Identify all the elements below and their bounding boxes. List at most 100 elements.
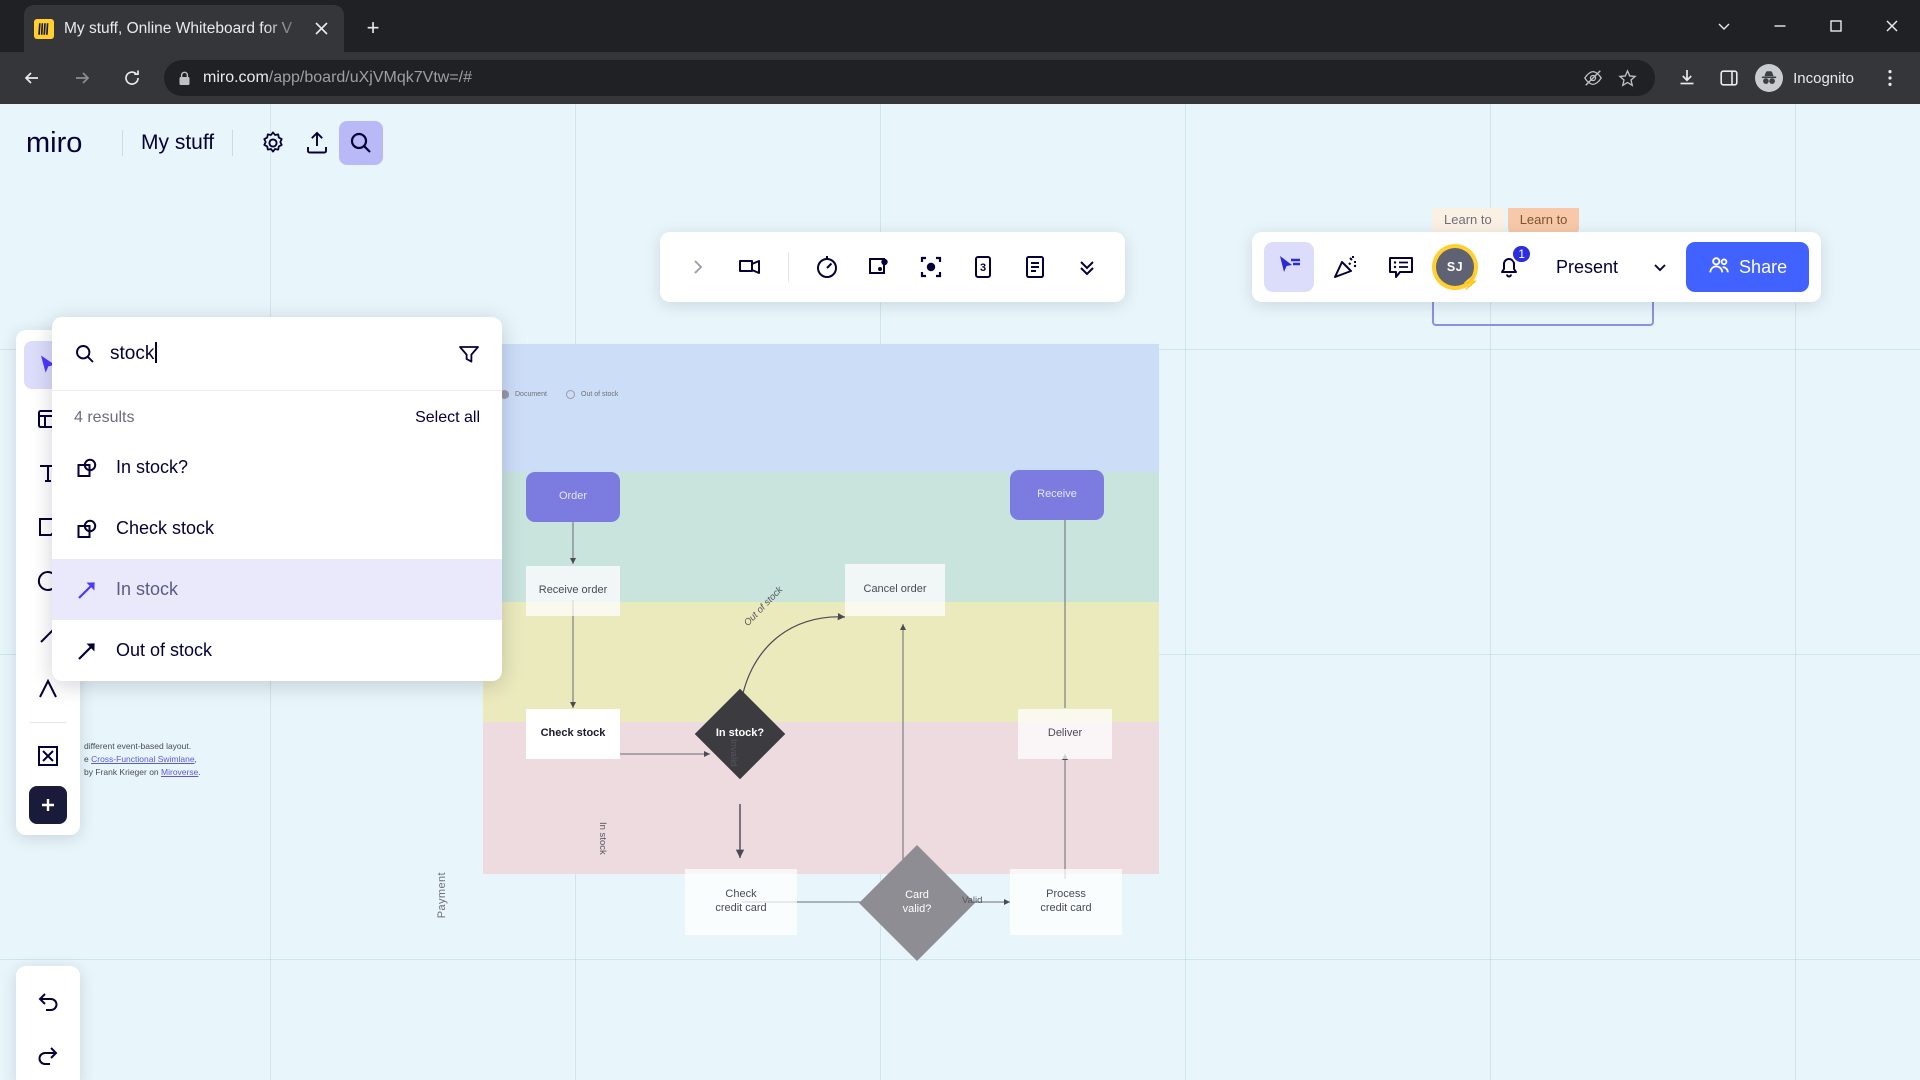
url-text: miro.com/app/board/uXjVMqk7Vtw=/#: [203, 69, 472, 87]
vote-icon[interactable]: [855, 243, 903, 291]
shape-icon: [74, 518, 100, 540]
profile-label: Incognito: [1793, 69, 1854, 87]
node-in-stock-question[interactable]: In stock?: [694, 688, 786, 780]
focus-icon[interactable]: [907, 243, 955, 291]
divider: [30, 722, 66, 723]
node-card-valid-question[interactable]: Card valid?: [859, 844, 975, 962]
svg-text:miro: miro: [26, 127, 82, 159]
address-bar[interactable]: miro.com/app/board/uXjVMqk7Vtw=/#: [164, 60, 1656, 96]
undo-icon[interactable]: [24, 977, 72, 1025]
search-result-row-selected[interactable]: In stock: [52, 559, 502, 620]
select-all-button[interactable]: Select all: [415, 409, 480, 427]
present-chevron-down-icon[interactable]: [1640, 244, 1680, 290]
miro-app: Invent Payment Document Out of stock: [0, 104, 1920, 1080]
result-label: In stock?: [116, 457, 189, 477]
result-label: Out of stock: [116, 640, 213, 660]
upload-icon[interactable]: [295, 121, 339, 165]
search-icon[interactable]: [339, 121, 384, 165]
gear-icon[interactable]: [251, 121, 295, 165]
arrow-icon: [74, 579, 100, 601]
url-path: /app/board/uXjVMqk7Vtw=/#: [268, 69, 473, 86]
search-result-row[interactable]: Out of stock: [52, 620, 502, 681]
new-tab-button[interactable]: +: [358, 13, 388, 43]
notifications-badge: 1: [1511, 244, 1532, 264]
tab-title: My stuff, Online Whiteboard for V: [64, 19, 293, 37]
video-icon[interactable]: [726, 243, 774, 291]
note-link-miroverse[interactable]: Miroverse: [161, 767, 198, 777]
notifications-bell-icon[interactable]: 1: [1484, 242, 1534, 292]
search-field[interactable]: stock: [52, 317, 502, 391]
edge-label-valid: Valid: [962, 895, 983, 906]
forward-icon[interactable]: [64, 60, 100, 96]
note-link-swimlane[interactable]: Cross-Functional Swimlane: [91, 754, 194, 764]
browser-toolbar: miro.com/app/board/uXjVMqk7Vtw=/# Incogn…: [0, 52, 1920, 104]
divider: [788, 252, 789, 282]
share-button[interactable]: Share: [1686, 242, 1810, 292]
bolt-icon: ⚡: [1461, 274, 1480, 291]
results-header: 4 results Select all: [52, 391, 502, 437]
node-check-credit-card[interactable]: Check credit card: [685, 869, 797, 935]
node-check-stock[interactable]: Check stock: [526, 709, 620, 759]
close-window-icon[interactable]: [1864, 0, 1920, 52]
node-process-credit-card[interactable]: Process credit card: [1010, 869, 1122, 935]
board-actions-toolbar: SJ ⚡ 1 Present Share: [1252, 232, 1822, 302]
node-label: Card valid?: [902, 889, 932, 915]
timer-icon[interactable]: [803, 243, 851, 291]
search-input[interactable]: stock: [110, 342, 458, 365]
note-line-3: by Frank Krieger on Miroverse.: [84, 766, 264, 779]
swimlane-label-payment: Payment: [436, 872, 448, 919]
search-result-row[interactable]: Check stock: [52, 498, 502, 559]
card-3-icon[interactable]: 3: [959, 243, 1007, 291]
divider: [122, 130, 123, 156]
shape-icon: [74, 457, 100, 479]
reload-icon[interactable]: [114, 60, 150, 96]
bookmark-star-icon[interactable]: [1613, 64, 1641, 92]
search-query: stock: [110, 343, 155, 364]
legend-label: Out of stock: [581, 391, 619, 398]
legend-document: Document: [500, 390, 547, 399]
downloads-icon[interactable]: [1667, 58, 1707, 98]
sidebar-item-frame-tool[interactable]: [24, 732, 72, 780]
board-title[interactable]: My stuff: [141, 131, 214, 155]
lock-icon: [178, 71, 191, 86]
node-receive-order[interactable]: Receive order: [526, 566, 620, 616]
comment-list-icon[interactable]: [1376, 242, 1426, 292]
share-people-icon: [1708, 254, 1730, 281]
learn-banner-2[interactable]: Learn to: [1507, 208, 1580, 233]
redo-icon[interactable]: [24, 1031, 72, 1079]
search-result-row[interactable]: In stock?: [52, 437, 502, 498]
side-panel-icon[interactable]: [1709, 58, 1749, 98]
expand-toolbar-icon[interactable]: [674, 243, 722, 291]
avatar[interactable]: SJ ⚡: [1432, 244, 1480, 291]
url-host: miro.com: [203, 69, 269, 86]
learn-banners: Learn to Learn to: [1432, 208, 1580, 233]
filter-icon[interactable]: [458, 343, 480, 365]
present-button[interactable]: Present: [1540, 244, 1634, 290]
sidebar-item-more-apps[interactable]: [29, 786, 67, 824]
learn-banner-1[interactable]: Learn to: [1432, 208, 1504, 233]
profile-incognito-chip[interactable]: Incognito: [1751, 61, 1868, 95]
chevrons-down-icon[interactable]: [1063, 243, 1111, 291]
cursor-chat-icon[interactable]: [1264, 242, 1314, 292]
chevron-down-icon[interactable]: [1696, 0, 1752, 52]
node-order[interactable]: Order: [526, 472, 620, 522]
maximize-icon[interactable]: [1808, 0, 1864, 52]
minimize-icon[interactable]: [1752, 0, 1808, 52]
back-icon[interactable]: [14, 60, 50, 96]
node-label: In stock?: [715, 727, 765, 740]
hide-eye-icon[interactable]: [1579, 64, 1607, 92]
browser-tab[interactable]: My stuff, Online Whiteboard for V: [24, 5, 344, 52]
miro-logo[interactable]: miro: [26, 123, 104, 163]
document-icon[interactable]: [1011, 243, 1059, 291]
search-panel: stock 4 results Select all In stock? Che…: [52, 317, 502, 681]
svg-text:3: 3: [980, 262, 986, 274]
tab-close-icon[interactable]: [308, 16, 334, 42]
party-icon[interactable]: [1320, 242, 1370, 292]
node-receive[interactable]: Receive: [1010, 470, 1104, 520]
chrome-menu-icon[interactable]: [1870, 58, 1910, 98]
browser-actions: Incognito: [1667, 58, 1920, 98]
collaboration-toolbar: 3: [660, 232, 1125, 302]
node-deliver[interactable]: Deliver: [1018, 709, 1112, 759]
tab-strip: My stuff, Online Whiteboard for V +: [0, 0, 1920, 52]
node-cancel-order[interactable]: Cancel order: [845, 564, 945, 616]
